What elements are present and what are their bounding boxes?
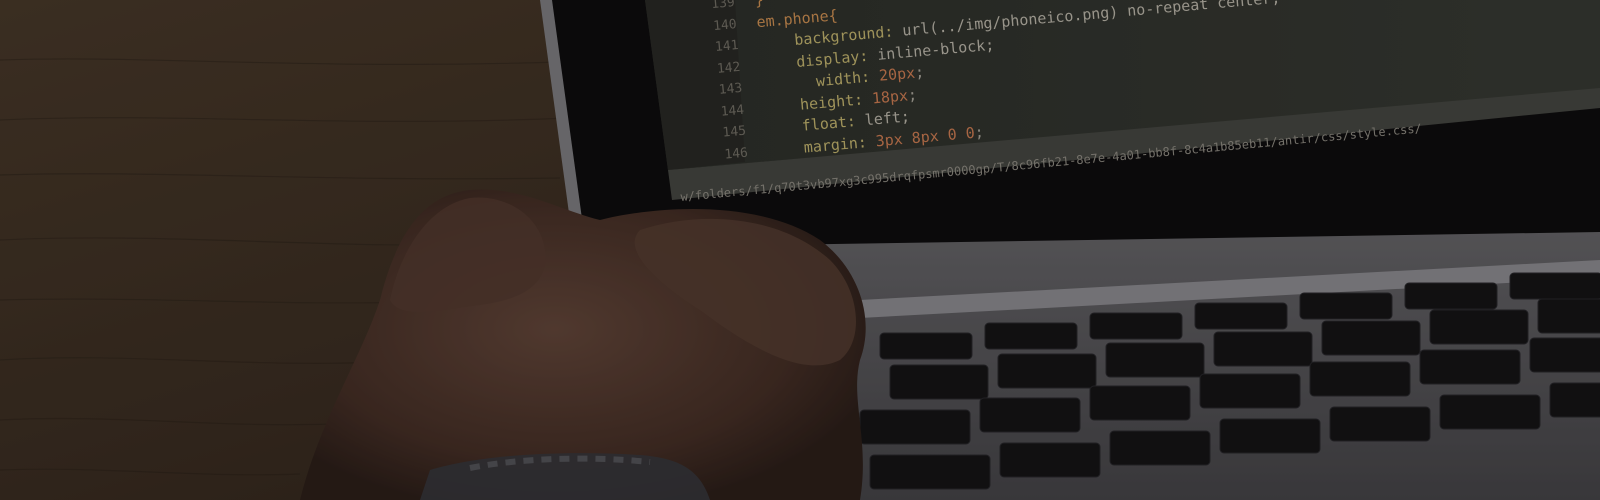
- photo-scene: 139 } 140 em.phone{ 141 background: url(…: [0, 0, 1600, 500]
- photo-background: [0, 0, 1600, 500]
